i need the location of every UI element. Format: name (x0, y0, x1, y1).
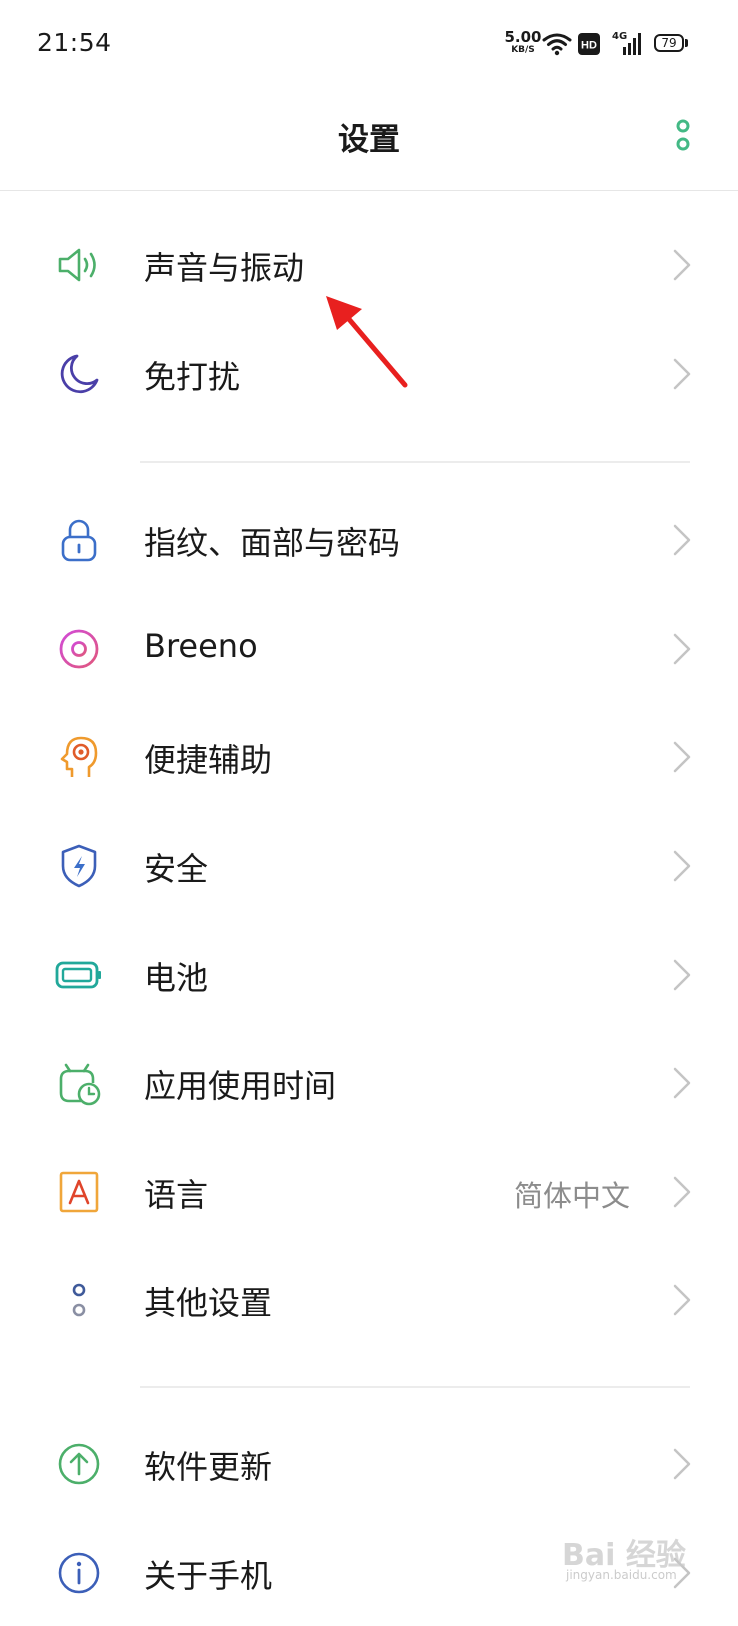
settings-row-label: 其他设置 (144, 1284, 273, 1322)
chevron-right-icon (673, 1067, 691, 1099)
moon-icon (60, 354, 99, 394)
chevron-right-icon (673, 1448, 691, 1480)
settings-row-label: 应用使用时间 (144, 1067, 337, 1105)
chevron-right-icon (673, 1176, 691, 1208)
battery-level-text: 79 (661, 36, 677, 50)
language-icon (59, 1171, 99, 1213)
settings-row-breeno[interactable]: Breeno (0, 592, 738, 702)
shield-icon (61, 844, 97, 888)
settings-row-label: 关于手机 (144, 1557, 273, 1595)
network-speed-unit: KB/S (511, 45, 535, 55)
chevron-right-icon (673, 1284, 691, 1316)
settings-row-fingerprint-face-password[interactable]: 指纹、面部与密码 (0, 483, 738, 593)
settings-row-other-settings[interactable]: 其他设置 (0, 1243, 738, 1353)
settings-row-language[interactable]: 语言 简体中文 (0, 1135, 738, 1245)
header: 设置 (0, 92, 738, 191)
settings-row-label: 电池 (144, 959, 209, 997)
breeno-icon (59, 629, 99, 669)
chevron-right-icon (673, 741, 691, 773)
battery-icon (55, 961, 101, 989)
settings-row-software-update[interactable]: 软件更新 (0, 1407, 738, 1517)
chevron-right-icon (673, 524, 691, 556)
network-speed: 5.00 KB/S (500, 30, 546, 55)
chevron-right-icon (673, 358, 691, 390)
chevron-right-icon (673, 249, 691, 281)
settings-row-label: 声音与振动 (144, 249, 305, 287)
wifi-icon (542, 33, 572, 56)
update-arrow-icon (58, 1443, 100, 1485)
speaker-icon (58, 248, 96, 282)
language-current-value: 简体中文 (513, 1179, 630, 1213)
app-time-icon (59, 1063, 101, 1106)
signal-icon (623, 33, 641, 55)
network-speed-value: 5.00 (504, 28, 542, 46)
settings-row-label: 语言 (144, 1176, 209, 1214)
hd-badge-text: HD (581, 40, 597, 52)
watermark-url: jingyan.baidu.com (566, 1568, 677, 1582)
settings-row-label: 便捷辅助 (144, 741, 273, 779)
settings-row-battery[interactable]: 电池 (0, 918, 738, 1028)
chevron-right-icon (673, 959, 691, 991)
lock-icon (61, 519, 97, 562)
settings-row-label: 指纹、面部与密码 (144, 524, 401, 562)
settings-row-sound-vibration[interactable]: 声音与振动 (0, 208, 738, 318)
settings-row-app-usage-time[interactable]: 应用使用时间 (0, 1026, 738, 1136)
more-options-button[interactable] (668, 116, 698, 156)
chevron-right-icon (673, 850, 691, 882)
info-icon (58, 1552, 100, 1594)
head-assist-icon (60, 736, 98, 777)
settings-row-label: Breeno (144, 627, 258, 665)
dots-icon (72, 1283, 86, 1317)
section-divider (140, 1386, 690, 1388)
settings-row-label: 免打扰 (144, 358, 241, 396)
section-divider (140, 461, 690, 463)
battery-tip (685, 39, 688, 47)
settings-row-convenience-assist[interactable]: 便捷辅助 (0, 700, 738, 810)
chevron-right-icon (673, 633, 691, 665)
hd-badge-icon: HD (578, 33, 600, 55)
settings-row-security[interactable]: 安全 (0, 809, 738, 919)
status-time: 21:54 (37, 28, 112, 57)
status-bar: 21:54 5.00 KB/S HD 4G 79 (0, 0, 738, 92)
settings-row-label: 安全 (144, 850, 209, 888)
settings-row-do-not-disturb[interactable]: 免打扰 (0, 317, 738, 427)
battery-status-icon: 79 (654, 34, 684, 52)
settings-row-label: 软件更新 (144, 1448, 273, 1486)
page-title: 设置 (338, 122, 400, 158)
